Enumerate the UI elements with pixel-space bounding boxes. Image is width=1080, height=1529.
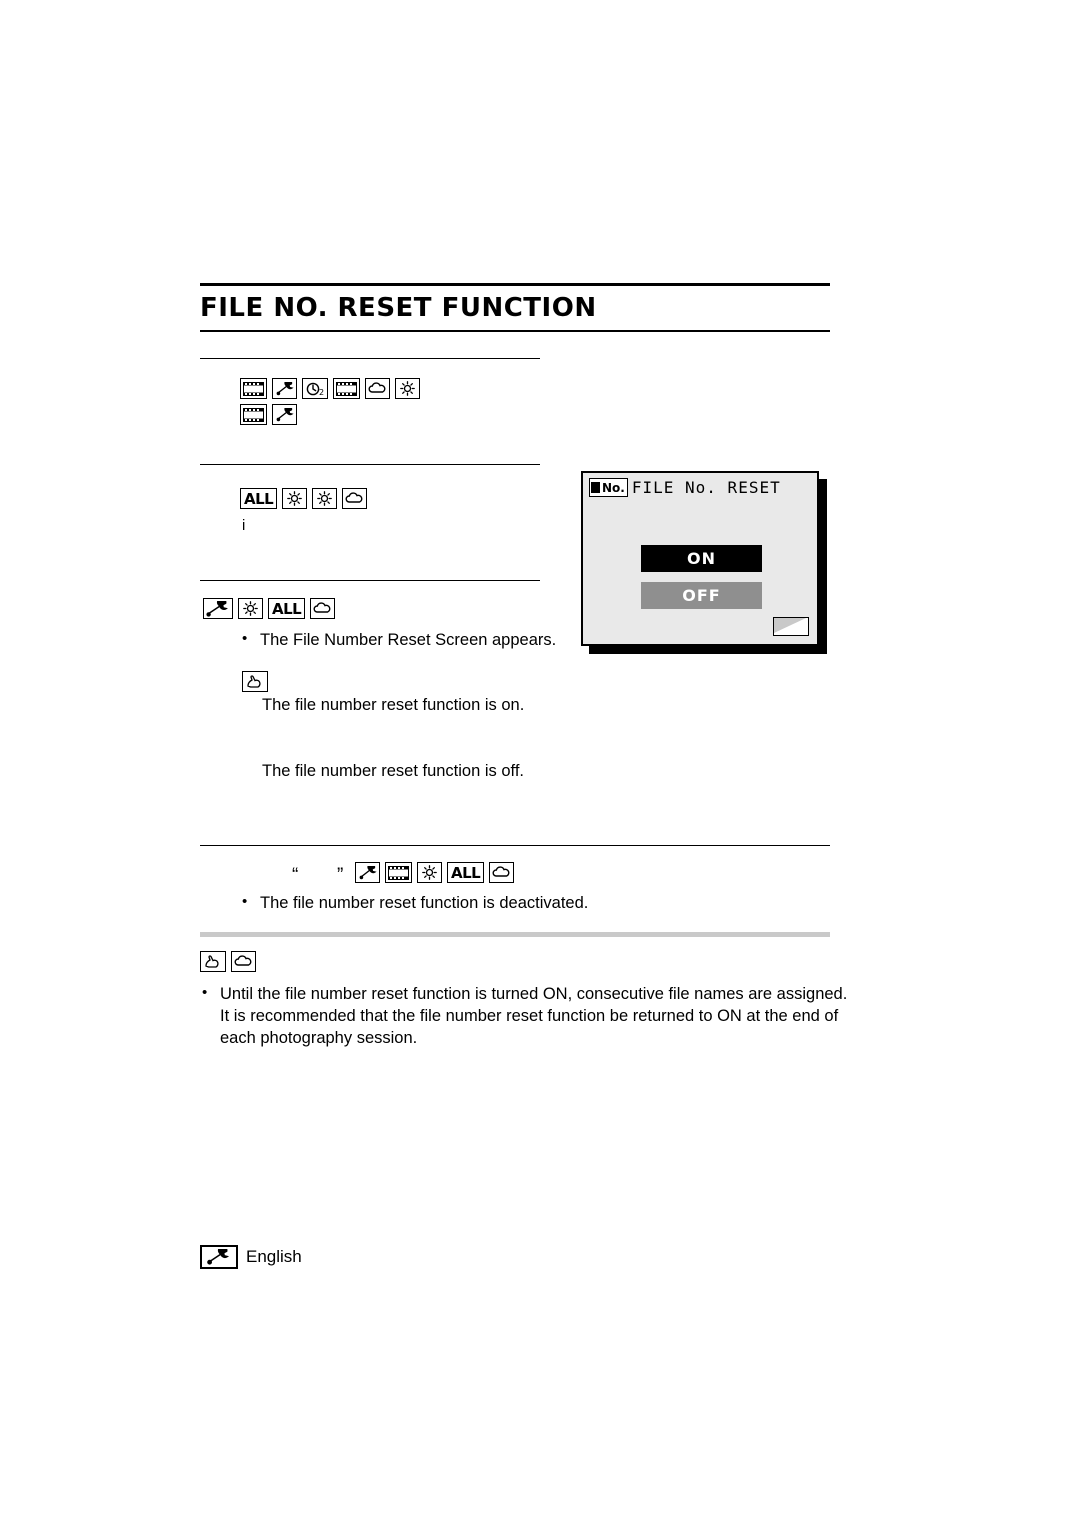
- wrench-icon: [200, 1245, 238, 1269]
- sun-icon: [417, 862, 442, 883]
- lcd-option-on[interactable]: ON: [641, 545, 762, 572]
- all-badge-icon: ALL: [240, 488, 278, 509]
- note-bullet: Until the file number reset function is …: [202, 982, 850, 1049]
- all-badge-icon: ALL: [268, 598, 306, 619]
- wrench-icon: [272, 404, 297, 425]
- self-timer-2-icon: 2: [302, 378, 328, 399]
- footer-language-label: English: [246, 1247, 302, 1266]
- cloud-icon: [365, 378, 390, 399]
- wrench-icon: [355, 862, 380, 883]
- sun-icon: [395, 378, 420, 399]
- quote-close: ”: [337, 865, 344, 886]
- cloud-icon: [231, 951, 256, 972]
- icon-sequence-cancel: ALL: [355, 862, 515, 883]
- wrench-icon: [203, 598, 233, 619]
- lcd-corner-indicator: [773, 617, 809, 636]
- icon-sequence-intro-row1: 2: [240, 378, 420, 399]
- quote-open: “: [292, 865, 299, 886]
- hand-pointer-icon: [242, 671, 268, 692]
- film-strip-icon: [240, 378, 267, 399]
- lcd-header: No. FILE No. RESET: [589, 478, 781, 497]
- wrench-icon: [272, 378, 297, 399]
- sun-icon: [238, 598, 263, 619]
- title-rule-bottom: [200, 330, 830, 332]
- procedure-line-off: The file number reset function is off.: [262, 762, 524, 780]
- lcd-header-title: FILE No. RESET: [631, 478, 781, 497]
- procedure-line-on: The file number reset function is on.: [262, 696, 525, 714]
- footer: English: [200, 1245, 302, 1269]
- icon-sequence-note: [200, 951, 256, 972]
- svg-text:2: 2: [319, 388, 324, 396]
- procedure-bullet-1: The File Number Reset Screen appears.: [242, 628, 560, 651]
- cloud-icon: [310, 598, 336, 619]
- title-rule-top: [200, 283, 830, 286]
- icon-sequence-setting: ALL: [240, 488, 368, 509]
- all-badge-icon: ALL: [447, 862, 485, 883]
- lcd-option-off[interactable]: OFF: [641, 582, 762, 609]
- cancel-bullet: The file number reset function is deacti…: [242, 891, 820, 914]
- hand-pointer-icon: [200, 951, 226, 972]
- film-strip-icon: [385, 862, 412, 883]
- icon-sequence-procedure: ALL: [203, 598, 336, 619]
- section-rule-4: [200, 845, 830, 846]
- cloud-icon: [342, 488, 368, 509]
- section-rule-2: [200, 464, 540, 465]
- film-strip-icon: [333, 378, 360, 399]
- document-page: FILE NO. RESET FUNCTION 2 ALL i ALL • Th…: [0, 0, 1080, 1529]
- sun-icon: [282, 488, 308, 509]
- hand-pointer-icon-row: [242, 671, 268, 692]
- section-rule-1: [200, 358, 540, 359]
- section-rule-3: [200, 580, 540, 581]
- cloud-icon: [489, 862, 515, 883]
- file-no-badge-icon: No.: [589, 478, 628, 497]
- lcd-screen-illustration: No. FILE No. RESET ON OFF: [581, 471, 819, 646]
- page-title: FILE NO. RESET FUNCTION: [200, 293, 597, 323]
- icon-sequence-intro-row2: [240, 404, 297, 425]
- small-i-marker: i: [242, 517, 246, 534]
- note-separator: [200, 932, 830, 937]
- film-strip-icon: [240, 404, 267, 425]
- sun-icon: [312, 488, 338, 509]
- file-no-badge-label: No.: [602, 480, 625, 495]
